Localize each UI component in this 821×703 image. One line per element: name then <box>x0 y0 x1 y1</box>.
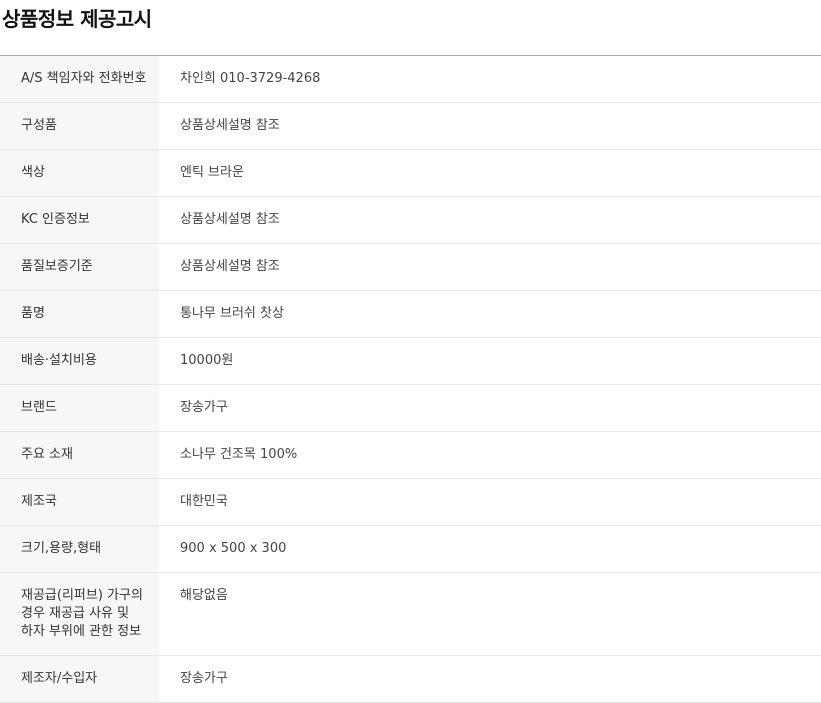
row-label-kc-certification: KC 인증정보 <box>0 196 159 244</box>
row-value-warranty: 상품상세설명 참조 <box>159 243 821 291</box>
table-row: 배송·설치비용 10000원 <box>0 337 821 385</box>
table-row: 품명 통나무 브러쉬 찻상 <box>0 290 821 338</box>
row-value-shipping-cost: 10000원 <box>159 337 821 385</box>
table-row: KC 인증정보 상품상세설명 참조 <box>0 196 821 244</box>
row-value-origin-country: 대한민국 <box>159 478 821 526</box>
row-value-as-contact: 차인희 010-3729-4268 <box>159 55 821 103</box>
row-label-dimensions: 크기,용량,형태 <box>0 525 159 573</box>
row-label-product-name: 품명 <box>0 290 159 338</box>
row-label-color: 색상 <box>0 149 159 197</box>
table-row: 재공급(리퍼브) 가구의 경우 재공급 사유 및 하자 부위에 관한 정보 해당… <box>0 572 821 656</box>
row-value-components: 상품상세설명 참조 <box>159 102 821 150</box>
table-row: A/S 책임자와 전화번호 차인희 010-3729-4268 <box>0 55 821 103</box>
row-value-manufacturer: 장송가구 <box>159 655 821 703</box>
row-label-components: 구성품 <box>0 102 159 150</box>
table-row: 제조국 대한민국 <box>0 478 821 526</box>
table-row: 품질보증기준 상품상세설명 참조 <box>0 243 821 291</box>
row-label-as-contact: A/S 책임자와 전화번호 <box>0 55 159 103</box>
table-row: 브랜드 장송가구 <box>0 384 821 432</box>
row-label-refurb-info: 재공급(리퍼브) 가구의 경우 재공급 사유 및 하자 부위에 관한 정보 <box>0 572 159 656</box>
row-label-manufacturer: 제조자/수입자 <box>0 655 159 703</box>
row-value-material: 소나무 건조목 100% <box>159 431 821 479</box>
row-label-origin-country: 제조국 <box>0 478 159 526</box>
table-row: 구성품 상품상세설명 참조 <box>0 102 821 150</box>
row-value-product-name: 통나무 브러쉬 찻상 <box>159 290 821 338</box>
row-label-shipping-cost: 배송·설치비용 <box>0 337 159 385</box>
table-row: 주요 소재 소나무 건조목 100% <box>0 431 821 479</box>
product-info-table: A/S 책임자와 전화번호 차인희 010-3729-4268 구성품 상품상세… <box>0 55 821 703</box>
table-row: 색상 엔틱 브라운 <box>0 149 821 197</box>
page-title: 상품정보 제공고시 <box>2 7 152 31</box>
row-value-kc-certification: 상품상세설명 참조 <box>159 196 821 244</box>
row-label-material: 주요 소재 <box>0 431 159 479</box>
row-value-refurb-info: 해당없음 <box>159 572 821 656</box>
row-label-brand: 브랜드 <box>0 384 159 432</box>
table-row: 제조자/수입자 장송가구 <box>0 655 821 703</box>
row-value-brand: 장송가구 <box>159 384 821 432</box>
row-value-color: 엔틱 브라운 <box>159 149 821 197</box>
row-value-dimensions: 900 x 500 x 300 <box>159 525 821 573</box>
row-label-warranty: 품질보증기준 <box>0 243 159 291</box>
table-row: 크기,용량,형태 900 x 500 x 300 <box>0 525 821 573</box>
